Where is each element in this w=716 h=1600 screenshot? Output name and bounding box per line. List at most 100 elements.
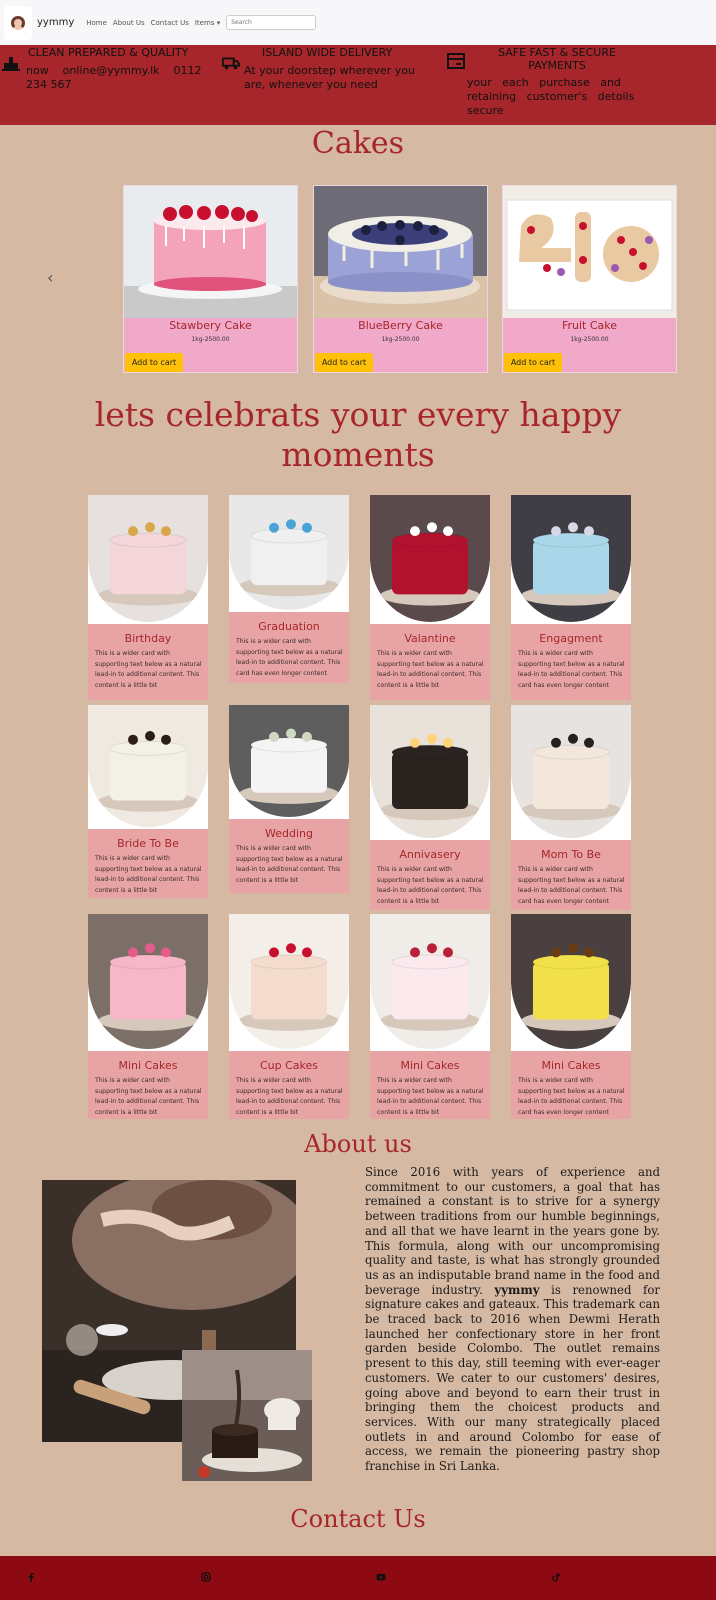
navbar: yymmy Home About Us Contact Us Items ▾ bbox=[0, 0, 716, 45]
occasion-description: This is a wider card with bbox=[236, 845, 311, 852]
brand-name[interactable]: yymmy bbox=[37, 17, 74, 28]
product-name: Stawbery Cake bbox=[169, 319, 252, 332]
occasion-card[interactable]: Mini Cakes This is a wider card with suppo… bbox=[370, 914, 490, 1119]
occasion-description: content is a little bit bbox=[95, 681, 158, 689]
occasion-image bbox=[511, 705, 631, 840]
occasion-description: lead-in to additional content. This bbox=[377, 1098, 482, 1105]
celebrate-heading-line2: moments bbox=[281, 435, 435, 474]
occasion-description: This is a wider card with bbox=[95, 1077, 170, 1084]
card-icon bbox=[447, 53, 465, 69]
add-to-cart-button[interactable]: Add to cart bbox=[125, 353, 183, 372]
occasion-description: lead-in to additional content. This bbox=[236, 866, 341, 873]
occasion-description: supporting text below as a natural bbox=[518, 1087, 625, 1095]
search-input[interactable] bbox=[226, 15, 317, 30]
occasion-description: content is a little bit bbox=[377, 681, 440, 689]
occasion-description: card has even longer content bbox=[518, 1108, 609, 1116]
youtube-icon[interactable] bbox=[376, 1572, 386, 1582]
occasion-card[interactable]: Birthday This is a wider card with support… bbox=[88, 495, 208, 700]
product-image bbox=[314, 186, 487, 318]
about-image-coffee bbox=[182, 1350, 312, 1481]
occasion-description: content is a little bit bbox=[236, 1108, 299, 1116]
occasion-title: Mom To Be bbox=[541, 848, 601, 861]
occasion-description: lead-in to additional content. This bbox=[95, 876, 200, 883]
about-text-part1: Since 2016 with years of experience and … bbox=[365, 1165, 660, 1297]
occasion-description: supporting text below as a natural bbox=[518, 876, 625, 884]
occasion-description: lead-in to additional content. This bbox=[377, 671, 482, 678]
occasion-card[interactable]: Mom To Be This is a wider card with suppor… bbox=[511, 705, 631, 910]
occasion-description: This is a wider card with bbox=[95, 650, 170, 657]
occasion-description: This is a wider card with bbox=[236, 638, 311, 645]
occasion-image bbox=[229, 914, 349, 1051]
feature-title: ISLAND WIDE DELIVERY bbox=[262, 46, 393, 59]
nav-link-home[interactable]: Home bbox=[86, 19, 107, 27]
occasion-title: Wedding bbox=[265, 827, 313, 840]
occasion-image bbox=[370, 495, 490, 624]
occasion-card[interactable]: Bride To Be This is a wider card with supp… bbox=[88, 705, 208, 898]
occasion-description: lead-in to additional content. This bbox=[518, 671, 623, 678]
chef-icon bbox=[2, 57, 20, 71]
occasion-title: Mini Cakes bbox=[400, 1059, 460, 1072]
nav-dropdown-items[interactable]: Items ▾ bbox=[195, 19, 220, 27]
add-to-cart-button[interactable]: Add to cart bbox=[504, 353, 562, 372]
occasion-description: This is a wider card with bbox=[377, 1077, 452, 1084]
feature-payments: SAFE FAST & SECURE PAYMENTS your each pu… bbox=[445, 45, 670, 125]
occasion-card[interactable]: Mini Cakes This is a wider card with suppo… bbox=[88, 914, 208, 1119]
occasion-description: supporting text below as a natural bbox=[95, 865, 202, 873]
occasion-card[interactable]: Mini Cakes This is a wider card with suppo… bbox=[511, 914, 631, 1119]
occasion-image bbox=[88, 914, 208, 1051]
occasion-image bbox=[370, 914, 490, 1051]
occasion-image bbox=[511, 914, 631, 1051]
feature-title: SAFE FAST & SECURE bbox=[498, 46, 616, 59]
occasion-card[interactable]: Graduation This is a wider card with suppo… bbox=[229, 495, 349, 683]
chevron-down-icon: ▾ bbox=[216, 18, 221, 27]
feature-quality: CLEAN PREPARED & QUALITY now online@yymm… bbox=[0, 45, 210, 125]
occasion-description: This is a wider card with bbox=[377, 650, 452, 657]
nav-link-about[interactable]: About Us bbox=[113, 19, 145, 27]
feature-text: your each purchase and bbox=[467, 76, 621, 89]
occasion-description: lead-in to additional content. This bbox=[95, 1098, 200, 1105]
occasion-description: card has even longer content bbox=[518, 681, 609, 689]
carousel-prev-icon[interactable]: ‹ bbox=[47, 270, 59, 286]
product-name: Fruit Cake bbox=[561, 319, 618, 332]
occasion-description: lead-in to additional content. This bbox=[377, 887, 482, 894]
footer bbox=[0, 1556, 716, 1600]
occasion-title: Cup Cakes bbox=[259, 1059, 319, 1072]
about-paragraph: Since 2016 with years of experience and … bbox=[365, 1165, 660, 1474]
occasion-title: Engagment bbox=[539, 632, 603, 645]
feature-text: secure bbox=[467, 104, 504, 117]
tiktok-icon[interactable] bbox=[551, 1572, 561, 1582]
occasion-description: supporting text below as a natural bbox=[236, 648, 343, 656]
occasion-card[interactable]: Annivasery This is a wider card with suppo… bbox=[370, 705, 490, 910]
product-image bbox=[503, 186, 676, 318]
feature-delivery: ISLAND WIDE DELIVERY At your doorstep wh… bbox=[220, 45, 435, 125]
nav-link-contact[interactable]: Contact Us bbox=[151, 19, 189, 27]
occasion-image bbox=[88, 705, 208, 829]
contact-heading: Contact Us bbox=[290, 1505, 426, 1533]
occasion-description: card has even longer content bbox=[518, 897, 609, 905]
occasion-description: supporting text below as a natural bbox=[377, 876, 484, 884]
feature-title: PAYMENTS bbox=[528, 59, 586, 72]
occasion-card[interactable]: Wedding This is a wider card with supporti… bbox=[229, 705, 349, 893]
occasion-card[interactable]: Engagment This is a wider card with suppor… bbox=[511, 495, 631, 700]
occasion-title: Annivasery bbox=[399, 848, 461, 861]
occasion-description: supporting text below as a natural bbox=[236, 855, 343, 863]
occasion-image bbox=[229, 495, 349, 612]
occasion-description: content is a little bit bbox=[95, 886, 158, 894]
occasion-description: card has even longer content bbox=[236, 669, 327, 677]
brand-logo[interactable] bbox=[4, 5, 32, 40]
instagram-icon[interactable] bbox=[201, 1572, 211, 1582]
occasion-card[interactable]: Cup Cakes This is a wider card with suppor… bbox=[229, 914, 349, 1119]
truck-icon bbox=[222, 57, 240, 70]
occasion-title: Birthday bbox=[124, 632, 172, 645]
occasion-description: supporting text below as a natural bbox=[95, 1087, 202, 1095]
occasion-description: This is a wider card with bbox=[377, 866, 452, 873]
occasion-description: lead-in to additional content. This bbox=[518, 1098, 623, 1105]
occasion-title: Valantine bbox=[404, 632, 456, 645]
occasion-title: Mini Cakes bbox=[118, 1059, 178, 1072]
occasion-description: This is a wider card with bbox=[518, 866, 593, 873]
feature-text: now online@yymmy.lk 0112 bbox=[26, 64, 202, 77]
about-heading: About us bbox=[304, 1130, 412, 1158]
add-to-cart-button[interactable]: Add to cart bbox=[315, 353, 373, 372]
occasion-card[interactable]: Valantine This is a wider card with suppor… bbox=[370, 495, 490, 700]
facebook-icon[interactable] bbox=[26, 1572, 36, 1582]
